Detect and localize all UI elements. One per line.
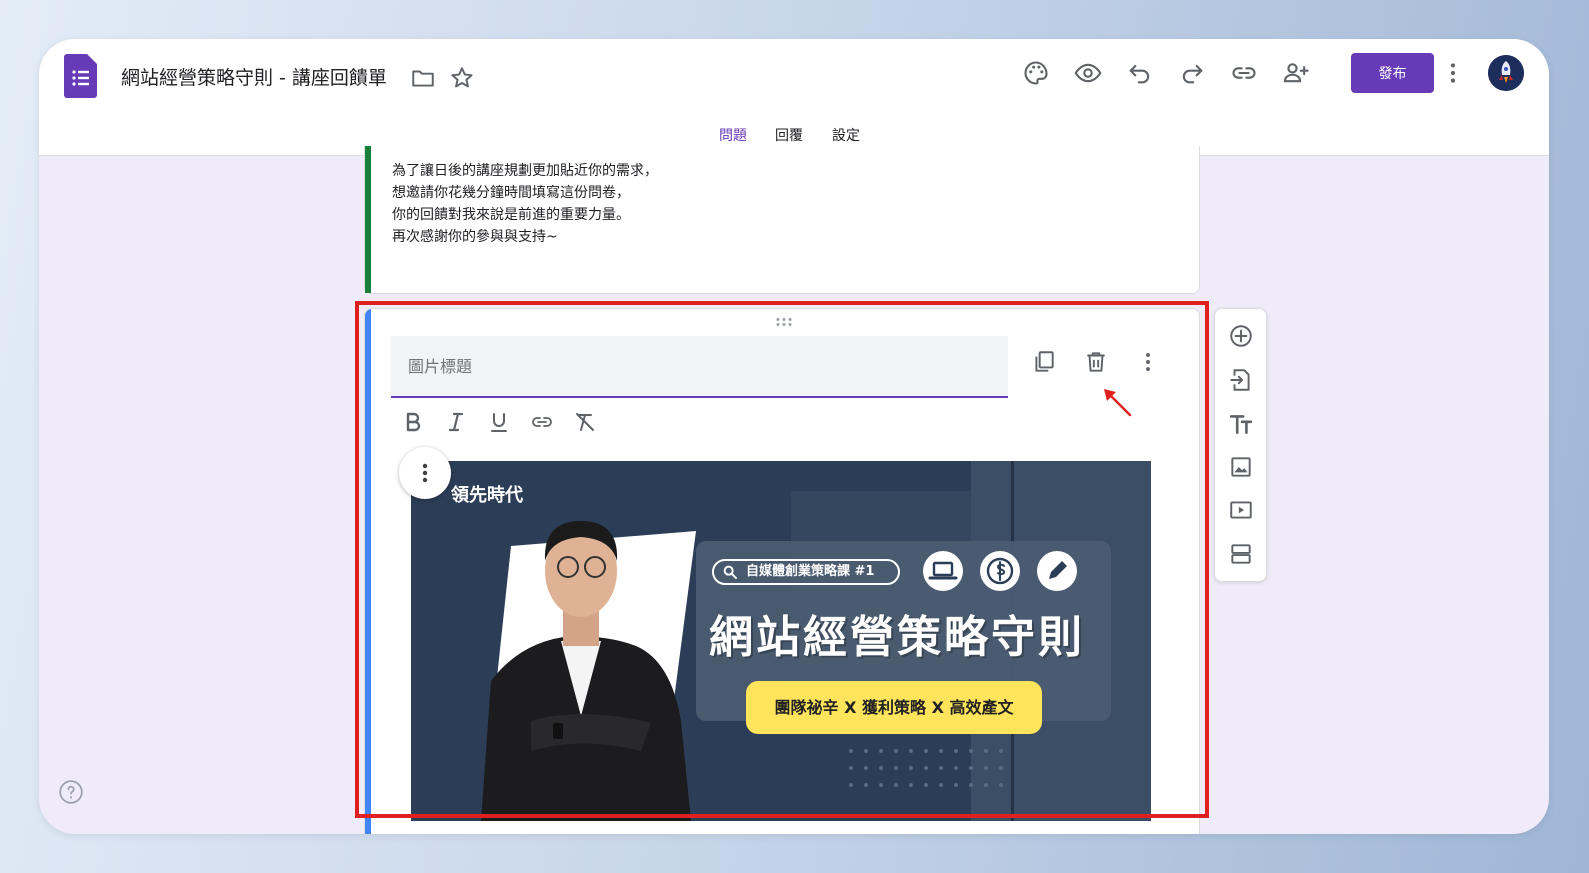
description-line: 為了讓日後的講座規劃更加貼近你的需求， — [392, 163, 658, 179]
tab-settings[interactable]: 設定 — [832, 125, 860, 145]
google-forms-logo-icon[interactable] — [64, 54, 97, 98]
description-line: 再次感謝你的參與與支持~ — [392, 229, 558, 245]
uploaded-banner-image[interactable]: 領先時代 自媒體創業策略課 #1 網站經營策略守則 團隊祕辛 X 獲利策略 X … — [411, 461, 1151, 821]
duplicate-icon[interactable] — [1031, 349, 1057, 375]
more-vert-icon[interactable] — [1439, 59, 1467, 87]
form-description-card[interactable]: 為了讓日後的講座規劃更加貼近你的需求， 想邀請你花幾分鐘時間填寫這份問卷， 你的… — [364, 146, 1200, 294]
add-section-icon[interactable] — [1228, 541, 1254, 567]
publish-button[interactable]: 發布 — [1351, 53, 1434, 93]
annotation-arrow-icon — [1104, 389, 1132, 417]
more-vert-icon[interactable] — [1135, 349, 1161, 375]
add-image-icon[interactable] — [1228, 454, 1254, 480]
avatar[interactable] — [1488, 55, 1524, 91]
help-icon[interactable] — [58, 779, 84, 805]
floating-side-toolbar — [1214, 308, 1267, 582]
pencil-icon-glyph — [1049, 561, 1067, 579]
image-options-button[interactable] — [399, 447, 451, 499]
add-question-icon[interactable] — [1228, 323, 1254, 349]
description-line: 想邀請你花幾分鐘時間填寫這份問卷， — [392, 185, 630, 201]
banner-title: 網站經營策略守則 — [709, 612, 1085, 663]
clear-format-icon[interactable] — [573, 410, 597, 434]
redo-icon[interactable] — [1178, 59, 1206, 87]
add-video-icon[interactable] — [1228, 497, 1254, 523]
star-icon[interactable] — [449, 65, 475, 91]
palette-icon[interactable] — [1022, 59, 1050, 87]
more-vert-icon — [422, 463, 428, 483]
preview-icon[interactable] — [1074, 59, 1102, 87]
laptop-icon-glyph — [928, 561, 958, 580]
laptop-icon — [923, 551, 963, 591]
dollar-icon-glyph — [986, 557, 1014, 585]
delete-icon[interactable] — [1083, 349, 1109, 375]
banner-subtitle: 團隊祕辛 X 獲利策略 X 高效產文 — [746, 681, 1042, 734]
image-item-card[interactable]: 領先時代 自媒體創業策略課 #1 — [364, 308, 1200, 834]
rocket-avatar-icon — [1488, 55, 1524, 91]
add-collaborator-icon[interactable] — [1282, 59, 1310, 87]
folder-icon[interactable] — [410, 65, 436, 91]
document-title[interactable]: 網站經營策略守則 - 講座回饋單 — [121, 63, 387, 90]
description-line: 你的回饋對我來說是前進的重要力量。 — [392, 207, 630, 223]
link-icon[interactable] — [1230, 59, 1258, 87]
forms-editor-window: 網站經營策略守則 - 講座回饋單 發布 問題 回覆 設定 為了讓日後的講座規劃更… — [39, 39, 1549, 834]
add-title-icon[interactable] — [1228, 411, 1254, 437]
italic-icon[interactable] — [444, 410, 468, 434]
drag-handle-icon[interactable] — [775, 317, 793, 327]
top-header: 網站經營策略守則 - 講座回饋單 發布 問題 回覆 設定 — [39, 39, 1549, 156]
undo-icon[interactable] — [1126, 59, 1154, 87]
active-card-accent-bar — [365, 309, 371, 834]
card-accent-bar — [365, 146, 371, 293]
banner-brand-text: 領先時代 — [451, 485, 523, 506]
tab-questions[interactable]: 問題 — [719, 125, 747, 145]
pencil-icon — [1037, 551, 1077, 591]
search-icon — [723, 565, 737, 579]
banner-search-tag: 自媒體創業策略課 #1 — [712, 559, 900, 585]
tab-responses[interactable]: 回覆 — [775, 125, 803, 145]
underline-icon[interactable] — [487, 410, 511, 434]
banner-search-tag-text: 自媒體創業策略課 #1 — [746, 564, 875, 579]
import-questions-icon[interactable] — [1228, 367, 1254, 393]
dollar-icon — [980, 551, 1020, 591]
link-icon[interactable] — [530, 410, 554, 434]
bold-icon[interactable] — [401, 410, 425, 434]
image-title-input[interactable] — [391, 336, 1008, 398]
